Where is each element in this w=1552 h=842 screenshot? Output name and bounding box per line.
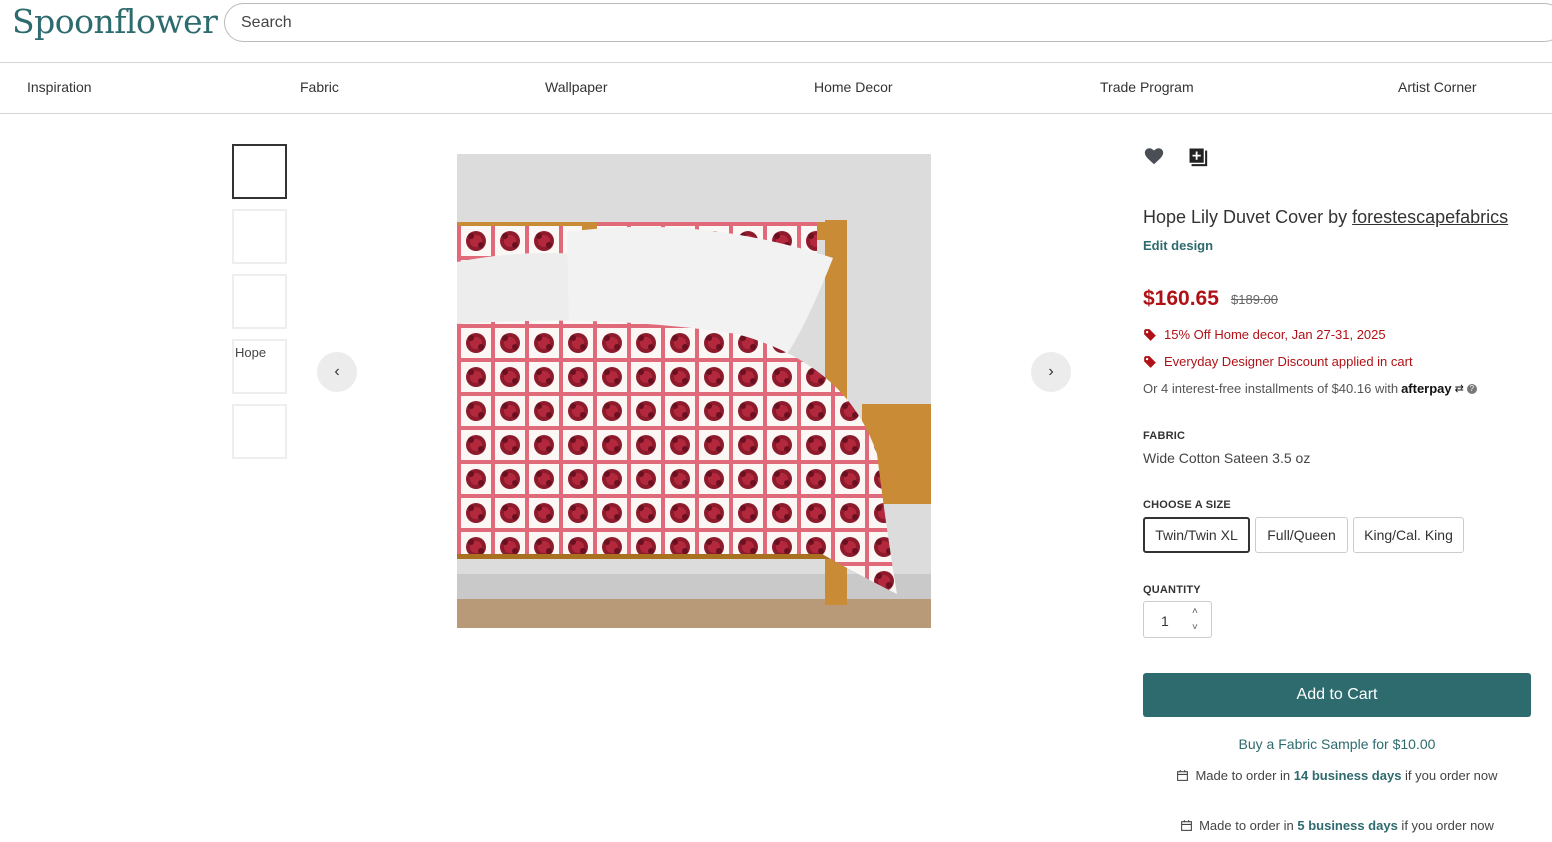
product-title: Hope Lily Duvet Cover by forestescapefab…: [1143, 207, 1508, 228]
original-price: $189.00: [1231, 292, 1278, 307]
thumbnail-alt-text: Hope: [235, 345, 267, 360]
thumbnail-3[interactable]: [232, 274, 287, 329]
designer-link[interactable]: forestescapefabrics: [1352, 207, 1508, 227]
edit-design-link[interactable]: Edit design: [1143, 238, 1213, 253]
thumbnail-5[interactable]: [232, 404, 287, 459]
promo-text: 15% Off Home decor, Jan 27-31, 2025: [1164, 327, 1386, 342]
thumbnail-2[interactable]: [232, 209, 287, 264]
add-to-cart-button[interactable]: Add to Cart: [1143, 673, 1531, 717]
nav-fabric[interactable]: Fabric: [300, 79, 339, 95]
promo-designer-discount: Everyday Designer Discount applied in ca…: [1143, 354, 1413, 369]
nav-inspiration[interactable]: Inspiration: [27, 79, 92, 95]
size-option-twin[interactable]: Twin/Twin XL: [1143, 517, 1250, 553]
sale-price: $160.65: [1143, 287, 1219, 310]
search-input[interactable]: Search: [224, 3, 1552, 42]
carousel-next-button[interactable]: ›: [1031, 352, 1071, 392]
nav-trade-program[interactable]: Trade Program: [1100, 79, 1194, 95]
quantity-label: QUANTITY: [1143, 584, 1201, 596]
tag-icon: [1144, 355, 1156, 368]
main-nav: Inspiration Fabric Wallpaper Home Decor …: [0, 63, 1552, 113]
installments-text: Or 4 interest-free installments of $40.1…: [1143, 381, 1399, 396]
mto-days: 14 business days: [1293, 768, 1402, 783]
help-icon[interactable]: ?: [1466, 383, 1477, 394]
calendar-icon: [1177, 770, 1189, 781]
nav-wallpaper[interactable]: Wallpaper: [545, 79, 608, 95]
made-to-order-info-2: Made to order in 5 business days if you …: [1143, 818, 1531, 833]
product-image: [457, 154, 931, 628]
mto-days: 5 business days: [1297, 818, 1398, 833]
promo-text: Everyday Designer Discount applied in ca…: [1164, 354, 1413, 369]
quantity-stepper[interactable]: 1 ˄ ˅: [1143, 601, 1212, 638]
mto-prefix: Made to order in: [1195, 768, 1294, 783]
nav-home-decor[interactable]: Home Decor: [814, 79, 893, 95]
chevron-up-icon[interactable]: ˄: [1192, 607, 1198, 617]
quantity-value: 1: [1161, 613, 1169, 629]
nav-artist-corner[interactable]: Artist Corner: [1398, 79, 1477, 95]
favorite-heart-icon[interactable]: [1143, 145, 1165, 172]
fabric-value: Wide Cotton Sateen 3.5 oz: [1143, 450, 1311, 466]
chevron-down-icon[interactable]: ˅: [1192, 623, 1198, 633]
spoonflower-logo[interactable]: Spoonflower: [12, 2, 218, 41]
add-to-collection-icon[interactable]: [1187, 146, 1209, 173]
carousel-prev-button[interactable]: ‹: [317, 352, 357, 392]
made-to-order-info-1: Made to order in 14 business days if you…: [1143, 768, 1531, 783]
nav-divider: [0, 113, 1552, 114]
afterpay-arrows-icon: ⇄: [1454, 383, 1464, 395]
mto-suffix: if you order now: [1397, 818, 1494, 833]
size-option-full-queen[interactable]: Full/Queen: [1255, 517, 1348, 553]
mto-prefix: Made to order in: [1199, 818, 1298, 833]
chevron-left-icon: ‹: [334, 363, 340, 380]
mto-suffix: if you order now: [1401, 768, 1498, 783]
installments-info: Or 4 interest-free installments of $40.1…: [1143, 381, 1477, 396]
promo-home-decor: 15% Off Home decor, Jan 27-31, 2025: [1143, 327, 1386, 342]
afterpay-logo: afterpay: [1401, 381, 1452, 396]
fabric-label: FABRIC: [1143, 430, 1186, 442]
search-placeholder: Search: [241, 13, 292, 31]
size-option-king[interactable]: King/Cal. King: [1353, 517, 1464, 553]
calendar-icon: [1181, 820, 1192, 831]
chevron-right-icon: ›: [1048, 363, 1054, 380]
product-title-text: Hope Lily Duvet Cover by: [1143, 207, 1353, 227]
fabric-sample-link[interactable]: Buy a Fabric Sample for $10.00: [1143, 736, 1531, 752]
thumbnail-1[interactable]: [232, 144, 287, 199]
size-label: CHOOSE A SIZE: [1143, 499, 1231, 511]
tag-icon: [1144, 328, 1156, 341]
thumbnail-4[interactable]: Hope: [232, 339, 287, 394]
